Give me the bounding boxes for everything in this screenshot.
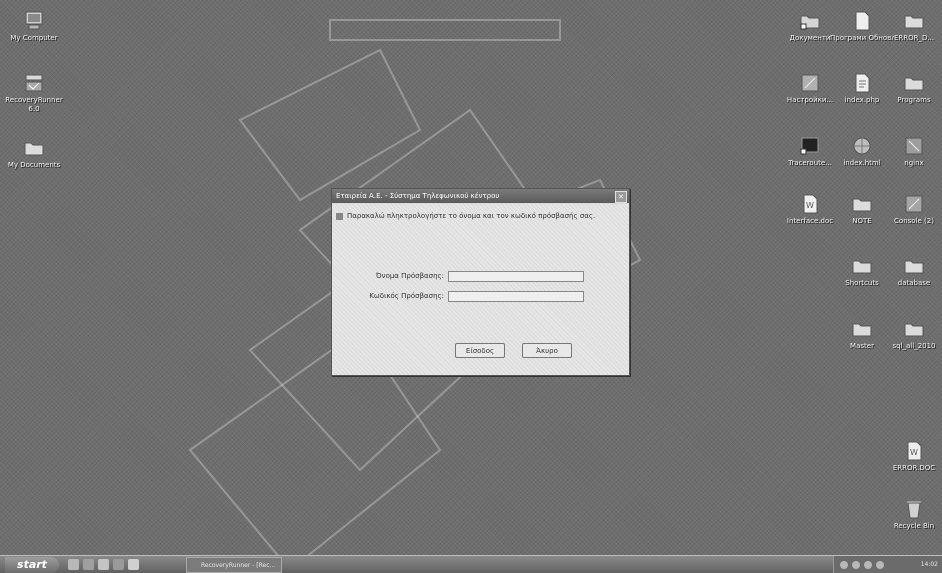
folder-icon [904, 323, 924, 337]
volume-icon[interactable] [852, 561, 860, 569]
folder-icon [852, 260, 872, 274]
desktop-icon-label: database [897, 279, 931, 287]
desktop-icon-label: Console (2) [894, 217, 934, 225]
desktop-icon-label: Recycle Bin [893, 522, 935, 530]
desktop-icon-label: RecoveryRunner [5, 96, 63, 104]
shortcut-icon [800, 137, 819, 155]
browser-icon[interactable] [68, 559, 79, 570]
login-dialog: Εταιρεία Α.Ε. - Σύστημα Τηλεφωνικού κέντ… [331, 188, 630, 376]
username-label: Όνομα Πρόσβασης: [375, 272, 444, 280]
mail-icon[interactable] [113, 559, 124, 570]
login-button[interactable]: Είσοδος [455, 343, 505, 358]
svg-text:W: W [806, 201, 814, 210]
refresh-icon[interactable] [83, 559, 94, 570]
dialog-prompt: Παρακαλώ πληκτρολογήστε το όνομα και τον… [336, 212, 595, 220]
folder-icon [24, 142, 44, 156]
desktop-icon-nginx[interactable]: nginx [882, 135, 942, 168]
taskbar: start RecoveryRunner - [Rec... 14:02 [0, 555, 942, 573]
close-icon: ✕ [618, 193, 624, 201]
computer-icon [25, 11, 43, 30]
username-input[interactable] [448, 271, 584, 282]
application-icon [801, 74, 819, 92]
desktop-icon-my-computer[interactable]: My Computer [2, 10, 66, 43]
folder-icon [852, 198, 872, 212]
folder-icon [904, 260, 924, 274]
application-icon [25, 74, 43, 92]
recycle-bin-icon [907, 501, 921, 519]
system-tray: 14:02 [833, 556, 942, 573]
cancel-button[interactable]: Άκυρο [522, 343, 572, 358]
word-document-icon: W [803, 194, 818, 214]
application-icon [905, 137, 923, 155]
desktop-icon-label: My Computer [10, 34, 58, 42]
desktop-icon-error-folder[interactable]: ERROR_D... [882, 10, 942, 43]
dialog-title: Εταιρεία Α.Ε. - Σύστημα Τηλεφωνικού κέντ… [336, 192, 500, 200]
password-label: Κωδικός Πρόσβασης: [369, 292, 444, 300]
start-button[interactable]: start [5, 557, 59, 573]
desktop-icon-error-doc[interactable]: W ERROR.DOC [882, 440, 942, 473]
desktop-icon-programs[interactable]: Programs [882, 72, 942, 105]
taskbar-item-recoveryrunner[interactable]: RecoveryRunner - [Rec... [186, 557, 282, 573]
desktop-icon-database[interactable]: database [882, 255, 942, 288]
dialog-body: Παρακαλώ πληκτρολογήστε το όνομα και τον… [332, 204, 629, 375]
desktop-icon-label: My Documents [7, 161, 61, 169]
desktop: My Computer RecoveryRunner 6.0 My Docume… [0, 0, 942, 573]
network-icon[interactable] [840, 561, 848, 569]
desktop-icon-console[interactable]: Console (2) [882, 193, 942, 226]
start-label: start [17, 558, 47, 571]
desktop-icon-recoveryrunner[interactable]: RecoveryRunner 6.0 [2, 72, 66, 114]
folder-icon [904, 15, 924, 29]
desktop-icon-label: ERROR_D... [893, 34, 935, 42]
document-icon [855, 11, 870, 31]
prompt-text: Παρακαλώ πληκτρολογήστε το όνομα και τον… [347, 212, 596, 220]
shortcut-icon [800, 15, 820, 30]
application-icon [905, 195, 923, 213]
desktop-icon-recycle-bin[interactable]: Recycle Bin [882, 498, 942, 531]
folder-icon [852, 323, 872, 337]
info-icon [336, 212, 343, 220]
password-input[interactable] [448, 291, 584, 302]
clock: 14:02 [920, 561, 938, 568]
desktop-icon-label: nginx [904, 159, 924, 167]
svg-text:W: W [910, 448, 918, 457]
desktop-icon-label-line2: 6.0 [28, 105, 40, 113]
folder-icon [904, 77, 924, 91]
update-icon[interactable] [876, 561, 884, 569]
desktop-icon-sql-all[interactable]: sql_all_2010 [882, 318, 942, 351]
security-icon[interactable] [864, 561, 872, 569]
desktop-icon-label: sql_all_2010 [892, 342, 936, 350]
globe-icon [853, 137, 871, 155]
desktop-icon-label: Programs [897, 96, 931, 104]
desktop-icon-label: ERROR.DOC [892, 464, 936, 472]
document-icon [855, 73, 870, 93]
close-button[interactable]: ✕ [615, 191, 627, 203]
media-player-icon[interactable] [98, 559, 109, 570]
word-document-icon: W [907, 441, 922, 461]
dialog-titlebar[interactable]: Εταιρεία Α.Ε. - Σύστημα Τηλεφωνικού κέντ… [332, 189, 629, 203]
taskbar-item-label: RecoveryRunner - [Rec... [201, 562, 276, 569]
show-desktop-icon[interactable] [128, 559, 139, 570]
desktop-icon-my-documents[interactable]: My Documents [2, 137, 66, 170]
